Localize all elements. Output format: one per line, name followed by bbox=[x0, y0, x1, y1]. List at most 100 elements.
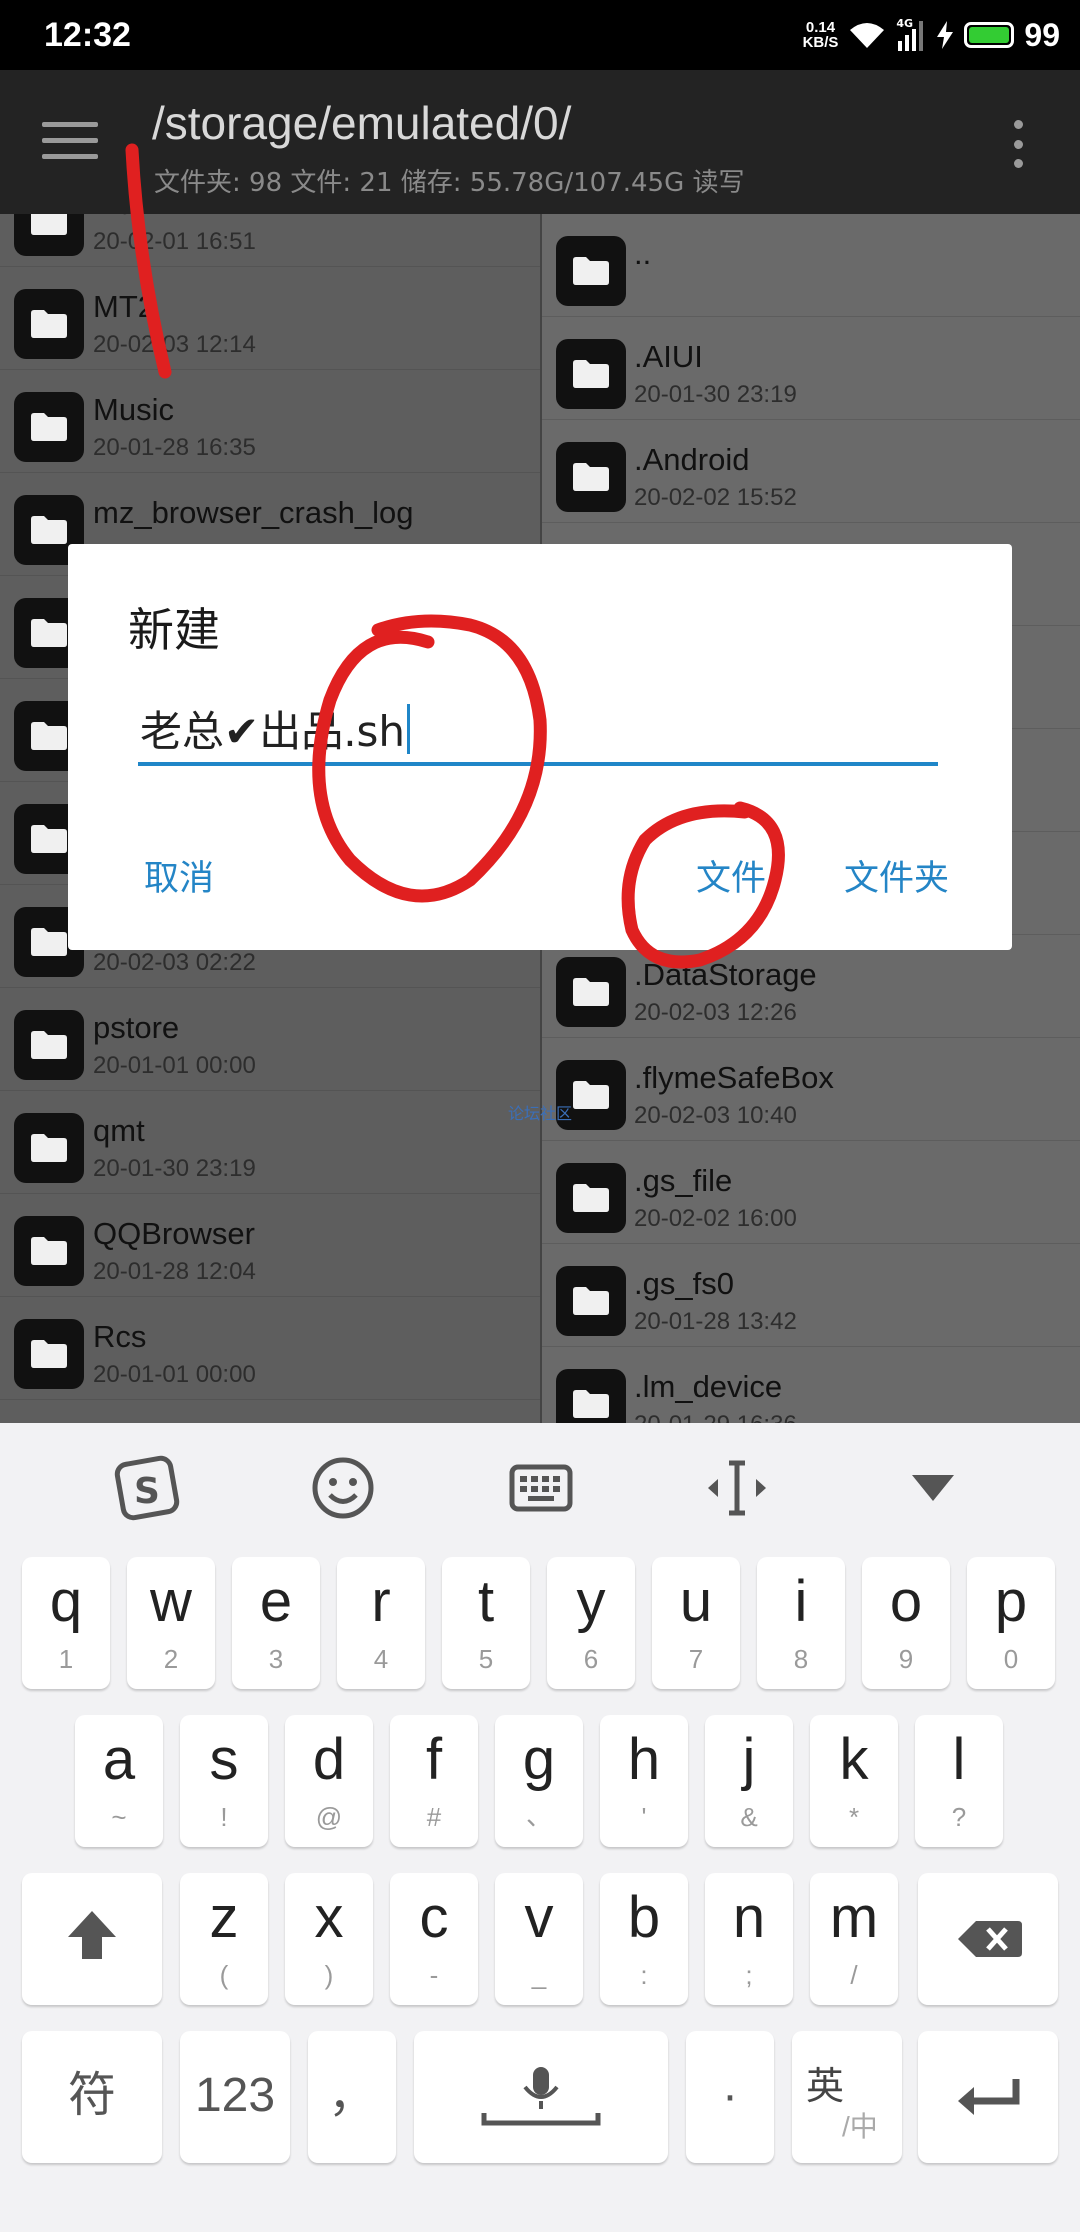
key-j[interactable]: j & bbox=[705, 1715, 793, 1847]
key-t[interactable]: t5 bbox=[442, 1557, 530, 1689]
language-switch-key[interactable]: 英/中 bbox=[792, 2031, 902, 2163]
file-name: pstore bbox=[93, 1010, 180, 1045]
key-sublabel: 0 bbox=[1003, 1644, 1019, 1674]
key-o[interactable]: o9 bbox=[862, 1557, 950, 1689]
keyboard-icon[interactable] bbox=[506, 1453, 576, 1523]
hide-keyboard-icon[interactable] bbox=[898, 1453, 968, 1523]
sogou-logo-icon[interactable]: S bbox=[112, 1453, 182, 1523]
key-n[interactable]: n; bbox=[705, 1873, 793, 2005]
file-row[interactable]: pstore 20-01-01 00:00 bbox=[0, 988, 540, 1091]
key-label: f bbox=[425, 1727, 443, 1792]
space-key[interactable] bbox=[414, 2031, 668, 2163]
clock: 12:32 bbox=[44, 16, 131, 54]
file-row[interactable]: MT2 20-02-03 12:14 bbox=[0, 267, 540, 370]
key-b[interactable]: b: bbox=[600, 1873, 688, 2005]
key-i[interactable]: i8 bbox=[757, 1557, 845, 1689]
key-z[interactable]: z( bbox=[180, 1873, 268, 2005]
key-label: x bbox=[314, 1885, 344, 1950]
battery-icon bbox=[964, 22, 1015, 48]
cursor-move-icon[interactable] bbox=[702, 1453, 772, 1523]
key-d[interactable]: d @ bbox=[285, 1715, 373, 1847]
file-row[interactable]: .. bbox=[542, 214, 1080, 317]
folder-icon bbox=[14, 1216, 84, 1286]
key-label: u bbox=[679, 1569, 713, 1634]
numbers-key[interactable]: 123 bbox=[180, 2031, 290, 2163]
file-row[interactable]: Music 20-01-28 16:35 bbox=[0, 370, 540, 473]
file-row[interactable]: Rcs 20-01-01 00:00 bbox=[0, 1297, 540, 1400]
key-a[interactable]: a ~ bbox=[75, 1715, 163, 1847]
enter-icon bbox=[958, 2079, 1020, 2115]
shift-key[interactable] bbox=[22, 1873, 162, 2005]
key-k[interactable]: k * bbox=[810, 1715, 898, 1847]
create-folder-button[interactable]: 文件夹 bbox=[844, 850, 949, 901]
file-name: .gs_fs0 bbox=[634, 1266, 734, 1301]
file-row[interactable]: .gs_file 20-02-02 16:00 bbox=[542, 1141, 1080, 1244]
file-name: QQBrowser bbox=[93, 1216, 255, 1251]
svg-text:S: S bbox=[134, 1471, 160, 1512]
file-row[interactable]: .gs_fs0 20-01-28 13:42 bbox=[542, 1244, 1080, 1347]
key-x[interactable]: x) bbox=[285, 1873, 373, 2005]
key-p[interactable]: p0 bbox=[967, 1557, 1055, 1689]
key-sublabel: 8 bbox=[793, 1644, 809, 1674]
period-key[interactable]: · bbox=[686, 2031, 774, 2163]
folder-icon bbox=[14, 1319, 84, 1389]
backspace-key[interactable] bbox=[918, 1873, 1058, 2005]
more-vert-icon[interactable] bbox=[1010, 120, 1026, 168]
file-date: 20-01-28 12:04 bbox=[93, 1258, 256, 1285]
hamburger-icon[interactable] bbox=[42, 122, 98, 162]
key-sublabel: & bbox=[740, 1802, 758, 1832]
key-label: w bbox=[150, 1569, 192, 1634]
file-row[interactable]: .AIUI 20-01-30 23:19 bbox=[542, 317, 1080, 420]
key-c[interactable]: c- bbox=[390, 1873, 478, 2005]
file-name: Rcs bbox=[93, 1319, 147, 1354]
key-u[interactable]: u7 bbox=[652, 1557, 740, 1689]
key-g[interactable]: g、 bbox=[495, 1715, 583, 1847]
key-label: c bbox=[419, 1885, 449, 1950]
file-row[interactable]: mtb 20-02-01 16:51 bbox=[0, 214, 540, 267]
cancel-button[interactable]: 取消 bbox=[144, 850, 214, 901]
file-name: Music bbox=[93, 392, 174, 427]
file-row[interactable]: .DataStorage 20-02-03 12:26 bbox=[542, 935, 1080, 1038]
file-row[interactable]: .flymeSafeBox 20-02-03 10:40 bbox=[542, 1038, 1080, 1141]
status-bar: 12:32 0.14 KB/S 4G 99 bbox=[0, 0, 1080, 70]
key-v[interactable]: v _ bbox=[495, 1873, 583, 2005]
folder-icon bbox=[556, 442, 626, 512]
symbols-key[interactable]: 符 bbox=[22, 2031, 162, 2163]
emoji-icon[interactable] bbox=[308, 1453, 378, 1523]
key-q[interactable]: q1 bbox=[22, 1557, 110, 1689]
file-name: .. bbox=[634, 236, 652, 271]
key-sublabel: 7 bbox=[688, 1644, 704, 1674]
key-sublabel: : bbox=[640, 1960, 648, 1990]
key-l[interactable]: l? bbox=[915, 1715, 1003, 1847]
key-h[interactable]: h ' bbox=[600, 1715, 688, 1847]
enter-key[interactable] bbox=[918, 2031, 1058, 2163]
file-row[interactable]: qmt 20-01-30 23:19 bbox=[0, 1091, 540, 1194]
key-label: z bbox=[209, 1885, 239, 1950]
key-e[interactable]: e3 bbox=[232, 1557, 320, 1689]
new-item-dialog: 新建 老总✔出品.sh 取消 文件 文件夹 bbox=[68, 544, 1012, 950]
key-label: ， bbox=[327, 2069, 376, 2122]
key-m[interactable]: m / bbox=[810, 1873, 898, 2005]
file-date: 20-01-28 13:42 bbox=[634, 1308, 797, 1335]
key-label: 符 bbox=[67, 2069, 116, 2122]
folder-icon bbox=[14, 1010, 84, 1080]
file-date: 20-02-03 12:14 bbox=[93, 331, 256, 358]
file-name: qmt bbox=[93, 1113, 145, 1148]
file-row[interactable]: .Android 20-02-02 15:52 bbox=[542, 420, 1080, 523]
key-label: t bbox=[477, 1569, 495, 1634]
key-w[interactable]: w2 bbox=[127, 1557, 215, 1689]
keyboard-toolbar: S bbox=[0, 1423, 1080, 1553]
folder-icon bbox=[556, 1369, 626, 1423]
key-sublabel: ' bbox=[641, 1802, 647, 1832]
key-s[interactable]: s! bbox=[180, 1715, 268, 1847]
key-r[interactable]: r4 bbox=[337, 1557, 425, 1689]
filename-input[interactable]: 老总✔出品.sh bbox=[138, 704, 938, 766]
comma-key[interactable]: ， bbox=[308, 2031, 396, 2163]
folder-icon bbox=[14, 214, 84, 256]
file-row[interactable]: .lm_device 20-01-29 16:36 bbox=[542, 1347, 1080, 1423]
create-file-button[interactable]: 文件 bbox=[696, 850, 766, 901]
file-row[interactable]: QQBrowser 20-01-28 12:04 bbox=[0, 1194, 540, 1297]
status-icons: 0.14 KB/S 4G 99 bbox=[803, 14, 1060, 56]
key-f[interactable]: f # bbox=[390, 1715, 478, 1847]
key-y[interactable]: y6 bbox=[547, 1557, 635, 1689]
